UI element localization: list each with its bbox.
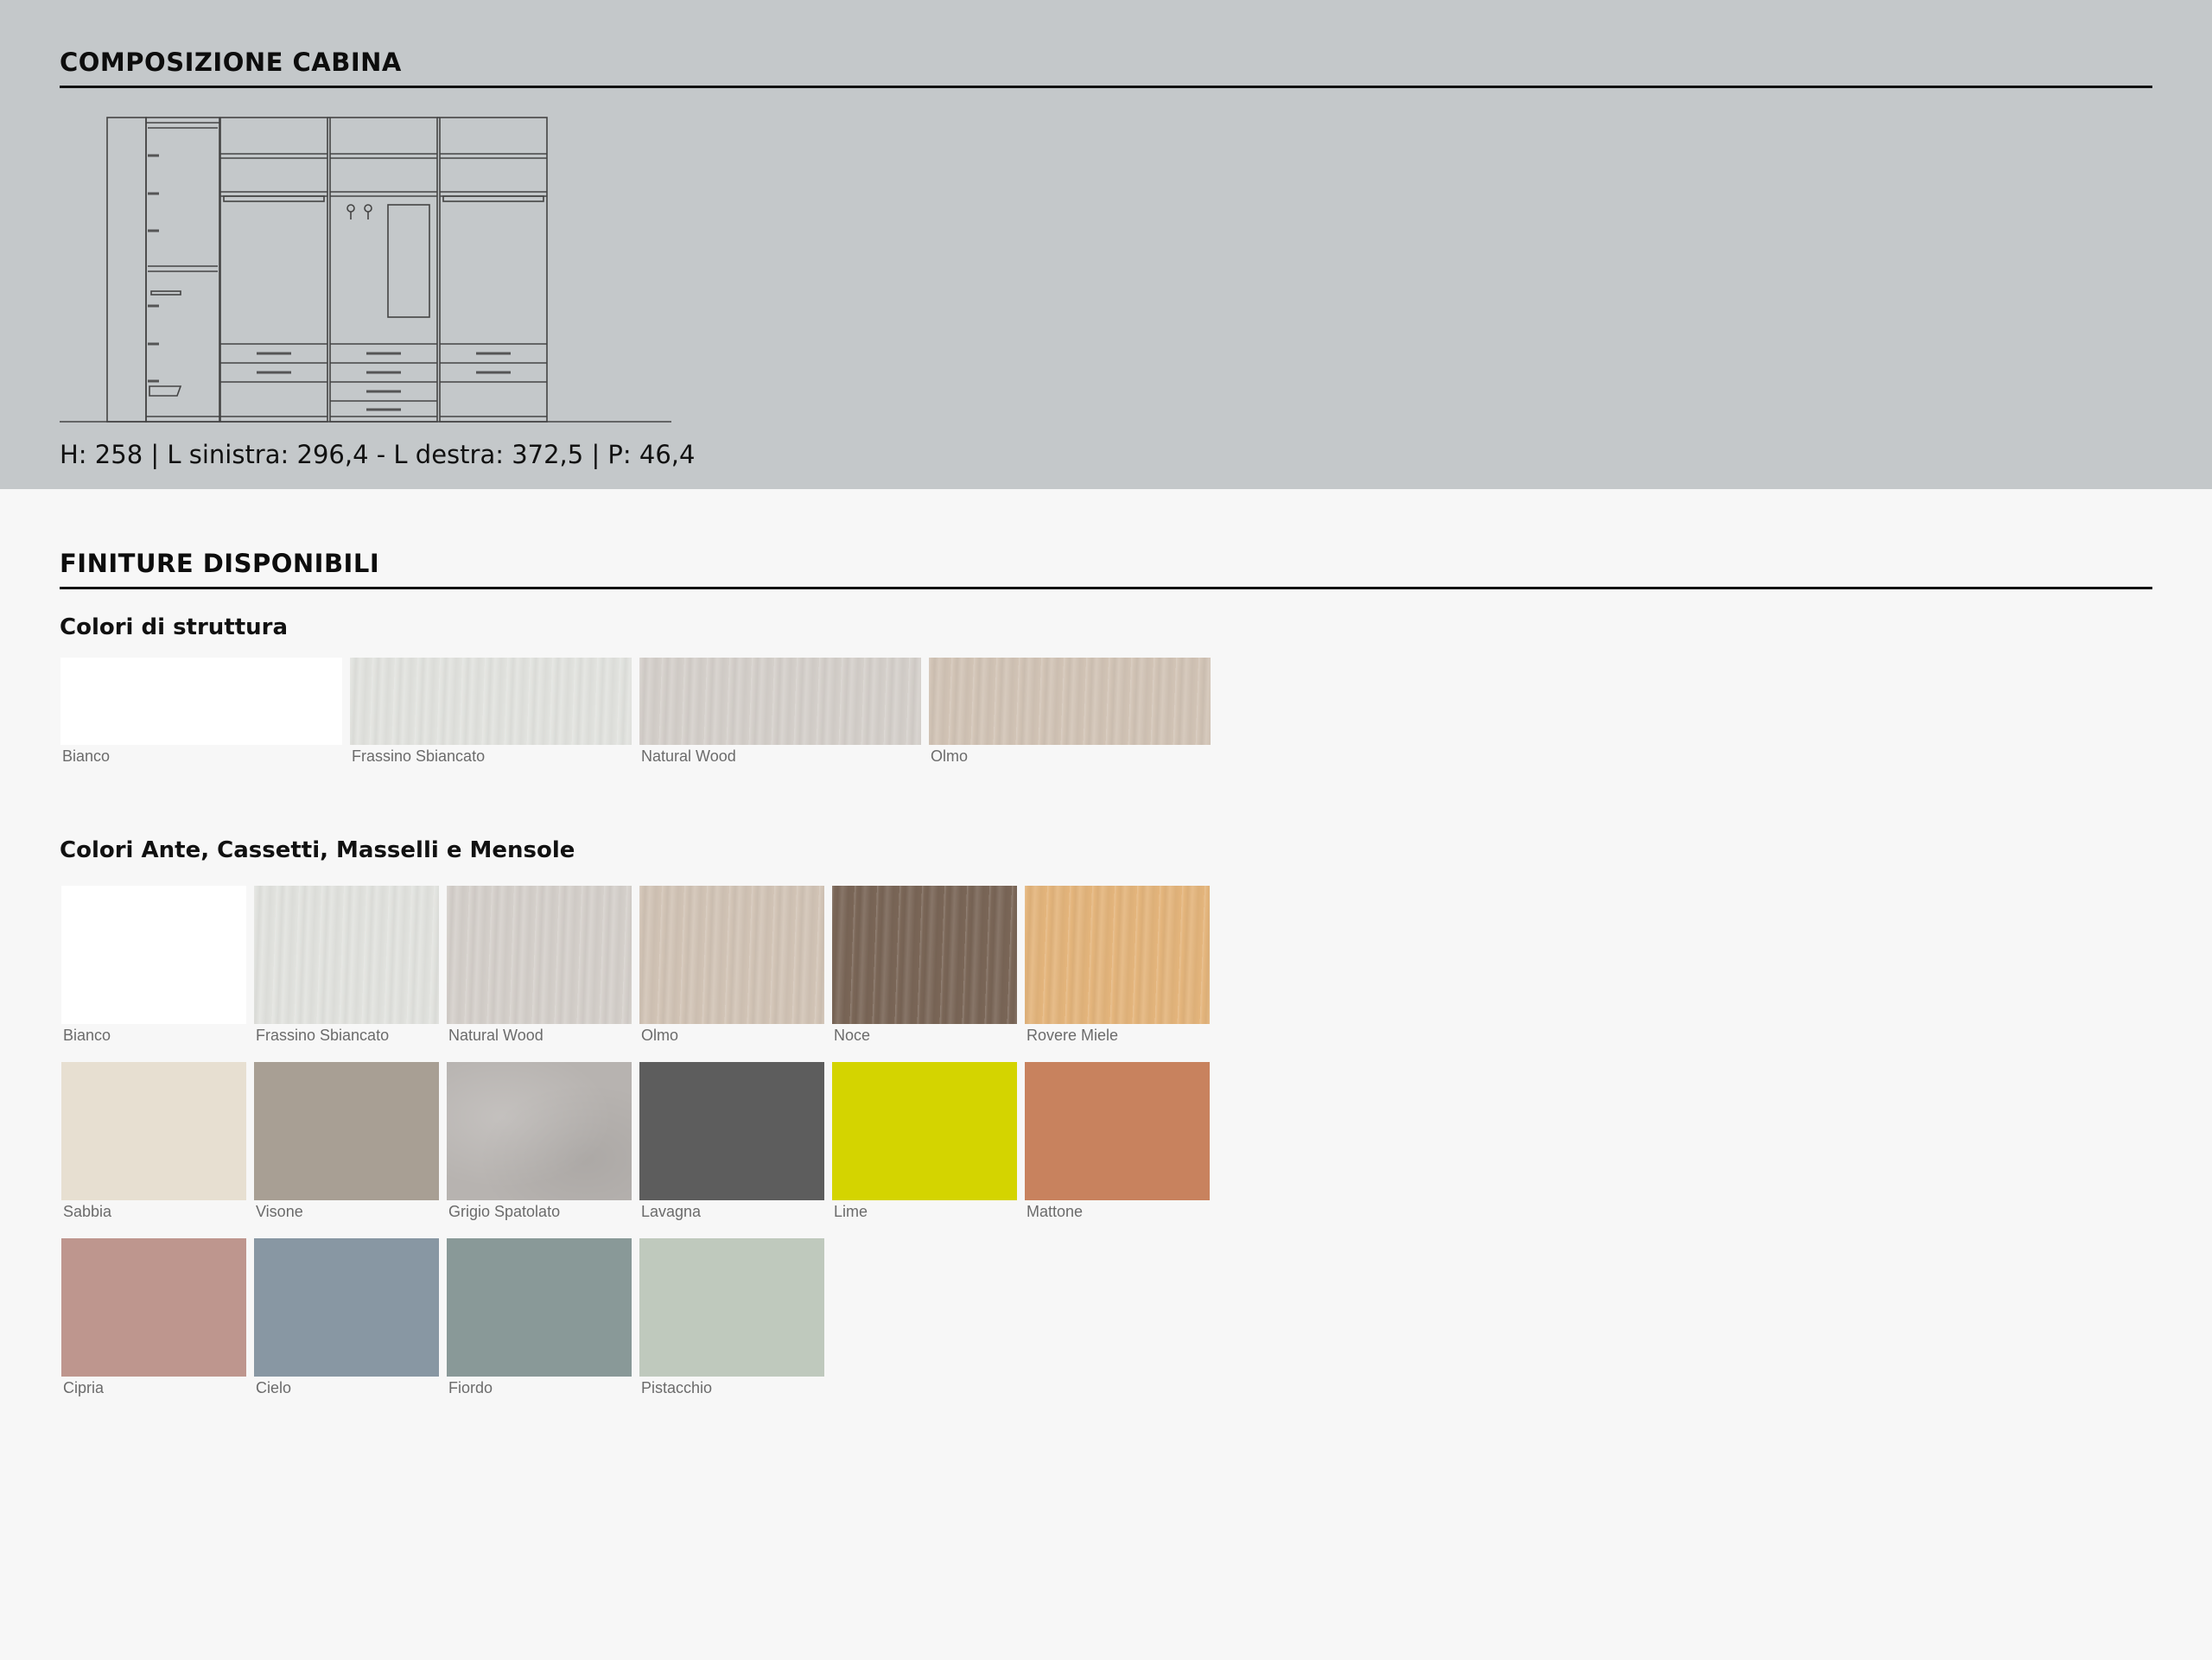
finish-label: Fiordo — [448, 1379, 493, 1396]
finish-color-chip — [447, 1238, 632, 1377]
cabina-title: COMPOSIZIONE CABINA — [60, 48, 402, 77]
finish-label: Bianco — [63, 1027, 111, 1044]
finish-label: Visone — [256, 1203, 303, 1220]
finish-swatch: Mattone — [1025, 1062, 1210, 1220]
finish-swatch: Lime — [832, 1062, 1017, 1220]
finish-label: Cielo — [256, 1379, 292, 1396]
finish-label: Rovere Miele — [1027, 1027, 1119, 1044]
finish-swatch: Bianco — [60, 658, 342, 765]
finish-color-chip — [639, 1238, 824, 1377]
finish-swatch: Natural Wood — [639, 658, 921, 765]
finish-swatch: Frassino Sbiancato — [350, 658, 632, 765]
finish-swatch: Cipria — [61, 1238, 246, 1396]
finish-swatch: Natural Wood — [447, 886, 632, 1044]
finish-color-chip — [447, 886, 632, 1024]
finish-swatch: Lavagna — [639, 1062, 824, 1220]
finish-color-chip — [929, 658, 1211, 745]
finish-label: Bianco — [62, 747, 111, 765]
finish-swatch: Pistacchio — [639, 1238, 824, 1396]
finish-swatch: Olmo — [639, 886, 824, 1044]
finiture-title-rule — [60, 587, 2152, 589]
finish-swatch: Sabbia — [61, 1062, 246, 1220]
finish-label: Frassino Sbiancato — [256, 1027, 390, 1044]
finish-color-chip — [61, 886, 246, 1024]
finish-label: Cipria — [63, 1379, 105, 1396]
finish-label: Olmo — [931, 747, 969, 765]
finish-swatch: Grigio Spatolato — [447, 1062, 632, 1220]
finish-color-chip — [639, 886, 824, 1024]
finish-color-chip — [639, 658, 921, 745]
finish-color-chip — [60, 658, 342, 745]
finish-swatch: Frassino Sbiancato — [254, 886, 439, 1044]
finish-label: Mattone — [1027, 1203, 1084, 1220]
cabina-dimensions: H: 258 | L sinistra: 296,4 - L destra: 3… — [60, 440, 696, 469]
finiture-title: FINITURE DISPONIBILI — [60, 549, 380, 578]
finish-color-chip — [254, 886, 439, 1024]
finish-swatch: Noce — [832, 886, 1017, 1044]
finish-label: Natural Wood — [448, 1027, 543, 1044]
finish-swatch: Visone — [254, 1062, 439, 1220]
finish-label: Olmo — [641, 1027, 679, 1044]
wardrobe-elevation-drawing — [60, 117, 671, 423]
ante-subtitle: Colori Ante, Cassetti, Masselli e Mensol… — [60, 837, 575, 863]
finish-label: Sabbia — [63, 1203, 112, 1220]
finish-color-chip — [61, 1062, 246, 1200]
finish-color-chip — [1025, 886, 1210, 1024]
finish-color-chip — [447, 1062, 632, 1200]
finish-label: Natural Wood — [641, 747, 736, 765]
finish-swatch: Cielo — [254, 1238, 439, 1396]
finish-swatch: Rovere Miele — [1025, 886, 1210, 1044]
finish-color-chip — [61, 1238, 246, 1377]
finish-color-chip — [832, 886, 1017, 1024]
finish-label: Pistacchio — [641, 1379, 713, 1396]
finish-label: Grigio Spatolato — [448, 1203, 561, 1220]
finish-color-chip — [1025, 1062, 1210, 1200]
finish-swatch: Olmo — [929, 658, 1211, 765]
finish-color-chip — [832, 1062, 1017, 1200]
finish-color-chip — [254, 1238, 439, 1377]
finish-swatch: Fiordo — [447, 1238, 632, 1396]
finish-color-chip — [639, 1062, 824, 1200]
finish-swatch: Bianco — [61, 886, 246, 1044]
finish-label: Lime — [834, 1203, 868, 1220]
finish-color-chip — [254, 1062, 439, 1200]
struttura-subtitle: Colori di struttura — [60, 614, 289, 640]
finish-color-chip — [350, 658, 632, 745]
finish-label: Noce — [834, 1027, 871, 1044]
finish-label: Frassino Sbiancato — [352, 747, 486, 765]
cabina-title-rule — [60, 86, 2152, 88]
finish-label: Lavagna — [641, 1203, 702, 1220]
